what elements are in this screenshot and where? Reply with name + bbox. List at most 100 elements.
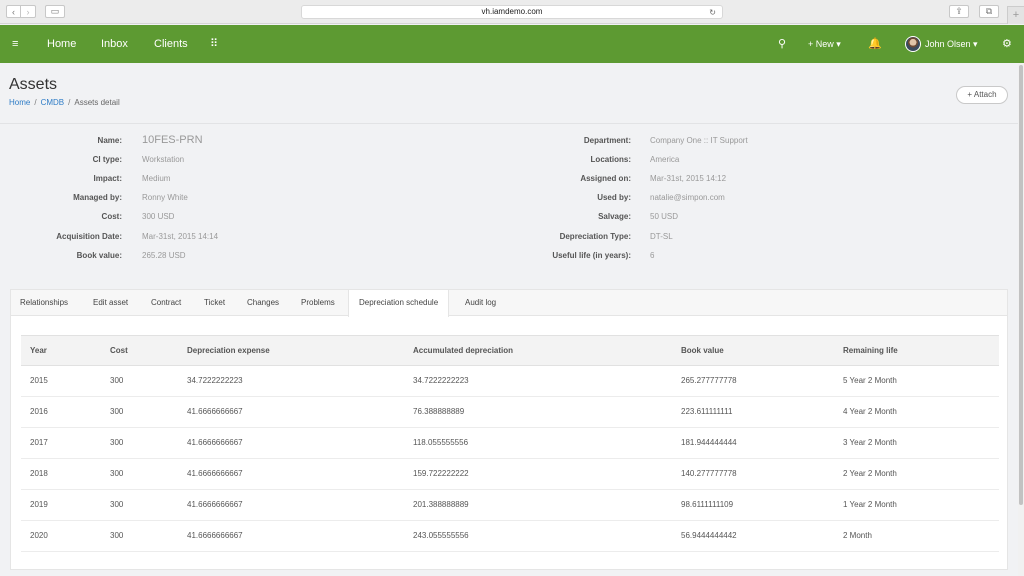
breadcrumb-home[interactable]: Home [9, 98, 30, 107]
page-header: Assets Home / CMDB / Assets detail + Attach [0, 63, 1018, 124]
detail-label: Book value: [76, 251, 122, 260]
table-cell: 300 [110, 531, 124, 540]
sidebar-toggle-icon[interactable]: ▭ [45, 5, 65, 18]
table-cell: 56.9444444442 [681, 531, 737, 540]
nav-home[interactable]: Home [47, 25, 76, 63]
detail-row: Impact: Medium Assigned on: Mar-31st, 20… [0, 173, 1018, 185]
detail-value: Workstation [142, 155, 185, 164]
back-icon[interactable]: ‹ [6, 5, 21, 18]
table-cell: 34.7222222223 [187, 376, 243, 385]
table-cell: 300 [110, 438, 124, 447]
detail-value: America [650, 155, 680, 164]
notification-bell-icon[interactable]: 🔔 [868, 25, 882, 63]
table-cell: 2 Month [843, 531, 872, 540]
detail-row: Acquisition Date: Mar-31st, 2015 14:14 D… [0, 231, 1018, 243]
detail-row: Managed by: Ronny White Used by: natalie… [0, 192, 1018, 204]
tab-problems[interactable]: Problems [301, 290, 335, 316]
detail-value: DT-SL [650, 232, 673, 241]
scrollbar-thumb[interactable] [1019, 65, 1023, 505]
detail-label: Salvage: [598, 212, 631, 221]
table-row: 2018 300 41.6666666667 159.722222222 140.277… [21, 459, 999, 490]
new-tab-icon[interactable]: + [1007, 6, 1024, 24]
table-cell: 1 Year 2 Month [843, 500, 897, 509]
tab-changes[interactable]: Changes [247, 290, 279, 316]
table-cell: 243.055555556 [413, 531, 469, 540]
detail-label: Depreciation Type: [559, 232, 631, 241]
detail-label: Managed by: [73, 193, 122, 202]
nav-inbox[interactable]: Inbox [101, 25, 128, 63]
tab-contract[interactable]: Contract [151, 290, 181, 316]
column-header: Book value [681, 346, 724, 355]
tab-relationships[interactable]: Relationships [20, 290, 68, 316]
avatar [905, 36, 921, 52]
tab-edit-asset[interactable]: Edit asset [93, 290, 128, 316]
column-header: Remaining life [843, 346, 898, 355]
detail-value: 6 [650, 251, 655, 260]
breadcrumb-separator: / [68, 98, 71, 107]
detail-row: Name: 10FES-PRN Department: Company One … [0, 134, 1018, 147]
table-cell: 118.055555556 [413, 438, 469, 447]
history-buttons: ‹ › [6, 5, 36, 18]
table-cell: 34.7222222223 [413, 376, 469, 385]
search-icon[interactable]: ⚲ [778, 25, 786, 63]
tab-audit-log[interactable]: Audit log [465, 290, 496, 316]
detail-label: Department: [583, 136, 631, 145]
new-button[interactable]: + New ▾ [808, 25, 841, 63]
table-row: 2017 300 41.6666666667 118.055555556 181.944… [21, 428, 999, 459]
address-bar[interactable]: vh.iamdemo.com ↻ [301, 5, 723, 19]
column-header: Cost [110, 346, 128, 355]
detail-value: 50 USD [650, 212, 679, 221]
table-cell: 300 [110, 376, 124, 385]
table-cell: 2015 [30, 376, 48, 385]
tab-ticket[interactable]: Ticket [204, 290, 225, 316]
browser-toolbar: ‹ › ▭ vh.iamdemo.com ↻ ⇪ ⧉ + [0, 0, 1024, 24]
nav-clients[interactable]: Clients [154, 25, 188, 63]
user-menu[interactable]: John Olsen ▾ [905, 25, 978, 63]
asset-details: Name: 10FES-PRN Department: Company One … [0, 124, 1018, 288]
table-cell: 41.6666666667 [187, 438, 243, 447]
column-header: Accumulated depreciation [413, 346, 514, 355]
table-cell: 2017 [30, 438, 48, 447]
breadcrumb-cmdb[interactable]: CMDB [41, 98, 65, 107]
url-text: vh.iamdemo.com [481, 7, 543, 16]
table-body: 2015 300 34.7222222223 34.7222222223 265.277… [21, 366, 999, 552]
table-cell: 201.388888889 [413, 500, 469, 509]
table-cell: 4 Year 2 Month [843, 407, 897, 416]
menu-icon[interactable]: ≡ [12, 25, 18, 63]
table-cell: 2020 [30, 531, 48, 540]
column-header: Year [30, 346, 47, 355]
tab-depreciation-schedule[interactable]: Depreciation schedule [348, 290, 450, 317]
table-cell: 2019 [30, 500, 48, 509]
table-cell: 98.6111111109 [681, 500, 734, 509]
detail-value: Medium [142, 174, 171, 183]
table-cell: 3 Year 2 Month [843, 438, 897, 447]
reload-icon[interactable]: ↻ [709, 7, 716, 19]
table-cell: 2016 [30, 407, 48, 416]
share-icon[interactable]: ⇪ [949, 5, 969, 18]
table-cell: 265.277777778 [681, 376, 737, 385]
detail-value: Ronny White [142, 193, 188, 202]
detail-label: Name: [97, 136, 122, 145]
table-cell: 41.6666666667 [187, 500, 243, 509]
tabs-overview-icon[interactable]: ⧉ [979, 5, 999, 18]
forward-icon[interactable]: › [21, 5, 36, 18]
table-cell: 41.6666666667 [187, 531, 243, 540]
page-scrollbar[interactable] [1018, 63, 1024, 576]
table-cell: 41.6666666667 [187, 469, 243, 478]
table-cell: 223.611111111 [681, 407, 733, 416]
table-cell: 140.277777778 [681, 469, 737, 478]
top-navbar: ≡ Home Inbox Clients ⠿ ⚲ + New ▾ 🔔 John … [0, 25, 1024, 63]
detail-label: Cost: [101, 212, 122, 221]
detail-label: Impact: [93, 174, 122, 183]
detail-label: Useful life (in years): [552, 251, 631, 260]
detail-value: 300 USD [142, 212, 175, 221]
tab-bar: Relationships Edit asset Contract Ticket… [11, 290, 1007, 317]
gear-icon[interactable]: ⚙ [1002, 25, 1012, 63]
detail-label: Locations: [590, 155, 631, 164]
apps-grid-icon[interactable]: ⠿ [210, 25, 218, 63]
table-cell: 300 [110, 407, 124, 416]
attach-button[interactable]: + Attach [956, 86, 1008, 104]
detail-value: 265.28 USD [142, 251, 186, 260]
table-row: 2016 300 41.6666666667 76.388888889 223.6111… [21, 397, 999, 428]
detail-label: CI type: [92, 155, 122, 164]
